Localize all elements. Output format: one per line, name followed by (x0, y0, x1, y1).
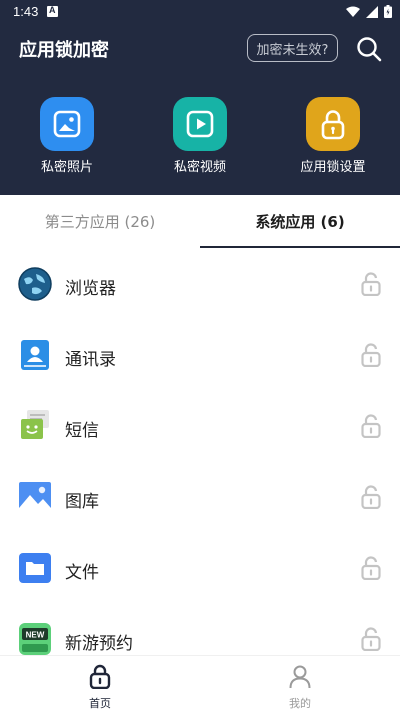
battery-icon (384, 5, 392, 18)
tab-system-apps[interactable]: 系统应用 (6) (200, 195, 400, 248)
nav-mine-label: 我的 (289, 697, 311, 710)
header-panel: 1:43 A 应用锁加密 加密未生效? 私密照片 私密视频 应用锁设置 (0, 0, 400, 195)
nav-home-label: 首页 (89, 697, 111, 710)
messages-icon (21, 410, 49, 439)
files-folder-icon (19, 553, 51, 583)
person-icon (289, 665, 311, 689)
lock-icon (306, 97, 360, 151)
new-games-icon: NEW (19, 623, 51, 655)
app-name: 图库 (65, 492, 99, 512)
gallery-icon (19, 482, 51, 512)
notification-icon: A (47, 5, 58, 17)
lock-home-icon (89, 664, 111, 690)
status-icons (346, 5, 392, 18)
list-item[interactable]: 图库 (0, 461, 400, 532)
wifi-icon (346, 6, 360, 17)
search-icon[interactable] (355, 35, 383, 63)
nav-home[interactable]: 首页 (0, 656, 200, 712)
app-name: 短信 (65, 421, 99, 441)
feature-label: 私密照片 (40, 160, 93, 175)
app-title: 应用锁加密 (19, 40, 109, 61)
private-photos-button[interactable]: 私密照片 (12, 97, 122, 177)
app-category-tabs: 第三方应用 (26) 系统应用 (6) (0, 195, 400, 248)
notification-letter: A (49, 5, 56, 15)
app-name: 新游预约 (65, 634, 133, 654)
photo-icon (40, 97, 94, 151)
video-play-icon (173, 97, 227, 151)
list-item[interactable]: 浏览器 (0, 248, 400, 319)
unlocked-icon[interactable] (359, 485, 383, 509)
feature-label: 应用锁设置 (300, 160, 366, 175)
list-item[interactable]: 文件 (0, 532, 400, 603)
tab-third-party-apps[interactable]: 第三方应用 (26) (0, 195, 200, 248)
nav-mine[interactable]: 我的 (200, 656, 400, 712)
list-item[interactable]: 通讯录 (0, 319, 400, 390)
encryption-not-working-button[interactable]: 加密未生效? (247, 34, 338, 62)
new-badge-text: NEW (26, 631, 45, 640)
feature-label: 私密视频 (173, 160, 226, 175)
app-name: 通讯录 (65, 350, 116, 370)
unlocked-icon[interactable] (359, 627, 383, 651)
unlocked-icon[interactable] (359, 556, 383, 580)
contacts-icon (21, 340, 49, 370)
unlocked-icon[interactable] (359, 272, 383, 296)
list-item[interactable]: 短信 (0, 390, 400, 461)
app-lock-settings-button[interactable]: 应用锁设置 (278, 97, 388, 177)
app-name: 文件 (65, 563, 99, 583)
app-name: 浏览器 (65, 279, 116, 299)
signal-icon (366, 5, 378, 18)
status-time: 1:43 (13, 4, 39, 19)
unlocked-icon[interactable] (359, 414, 383, 438)
browser-globe-icon (18, 267, 52, 301)
bottom-navigation: 首页 我的 (0, 655, 400, 712)
unlocked-icon[interactable] (359, 343, 383, 367)
status-bar: 1:43 A (0, 0, 400, 24)
private-videos-button[interactable]: 私密视频 (145, 97, 255, 177)
